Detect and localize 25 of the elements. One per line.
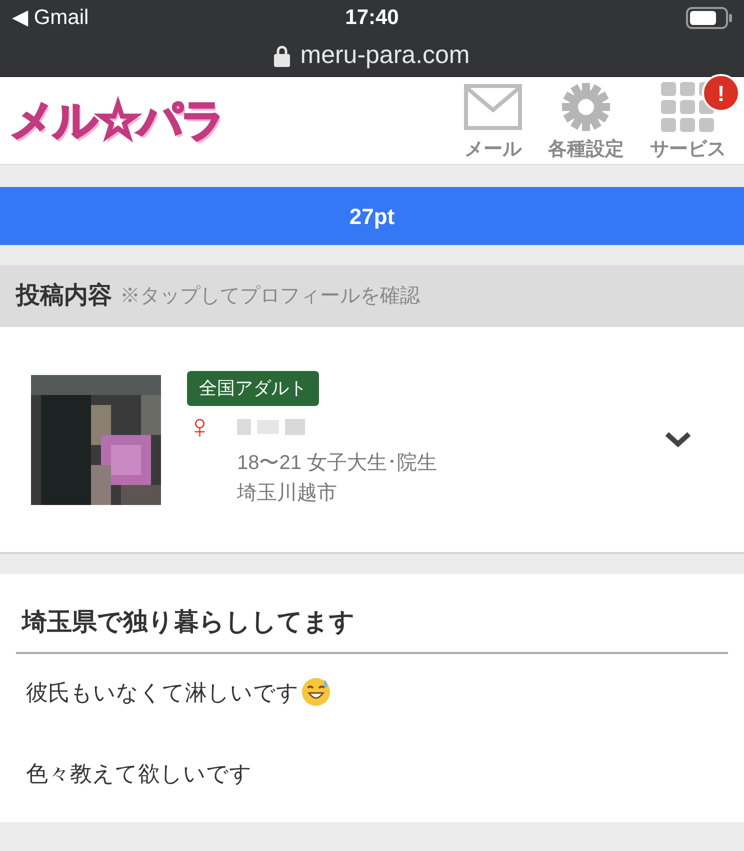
header-nav-button[interactable]: メール	[464, 80, 522, 165]
url-text: meru-para.com	[300, 40, 470, 71]
address-bar[interactable]: meru-para.com	[0, 35, 744, 77]
chevron-down-icon[interactable]	[664, 430, 692, 448]
section-title: 投稿内容	[16, 281, 112, 311]
gender-symbol: ♀	[187, 410, 214, 444]
alert-badge: !	[702, 74, 740, 112]
sweat-smile-icon	[301, 677, 331, 707]
profile-card[interactable]: 全国アダルト ♀ 18〜21 女子大生･院生 埼玉川越市	[0, 327, 744, 554]
gear-icon	[561, 82, 611, 132]
lock-icon	[274, 44, 290, 66]
points-bar: 27pt	[0, 187, 744, 245]
post-text: 色々教えて欲しいです	[26, 760, 252, 788]
age-occupation: 18〜21 女子大生･院生	[237, 451, 438, 476]
post-text: 彼氏もいなくて淋しいです	[26, 678, 299, 706]
section-note: ※タップしてプロフィールを確認	[120, 284, 420, 309]
back-to-app-link[interactable]: ◀ Gmail	[12, 2, 272, 34]
site-logo[interactable]: メル☆パラ	[10, 88, 224, 154]
header-nav-button[interactable]: 各種設定	[548, 80, 624, 165]
envelope-icon	[464, 84, 522, 130]
post-title: 埼玉県で独り暮らししてます	[16, 604, 728, 654]
category-tag: 全国アダルト	[187, 371, 319, 406]
location-text: 埼玉川越市	[237, 481, 338, 506]
clock: 17:40	[344, 4, 400, 31]
battery-icon	[686, 6, 732, 28]
